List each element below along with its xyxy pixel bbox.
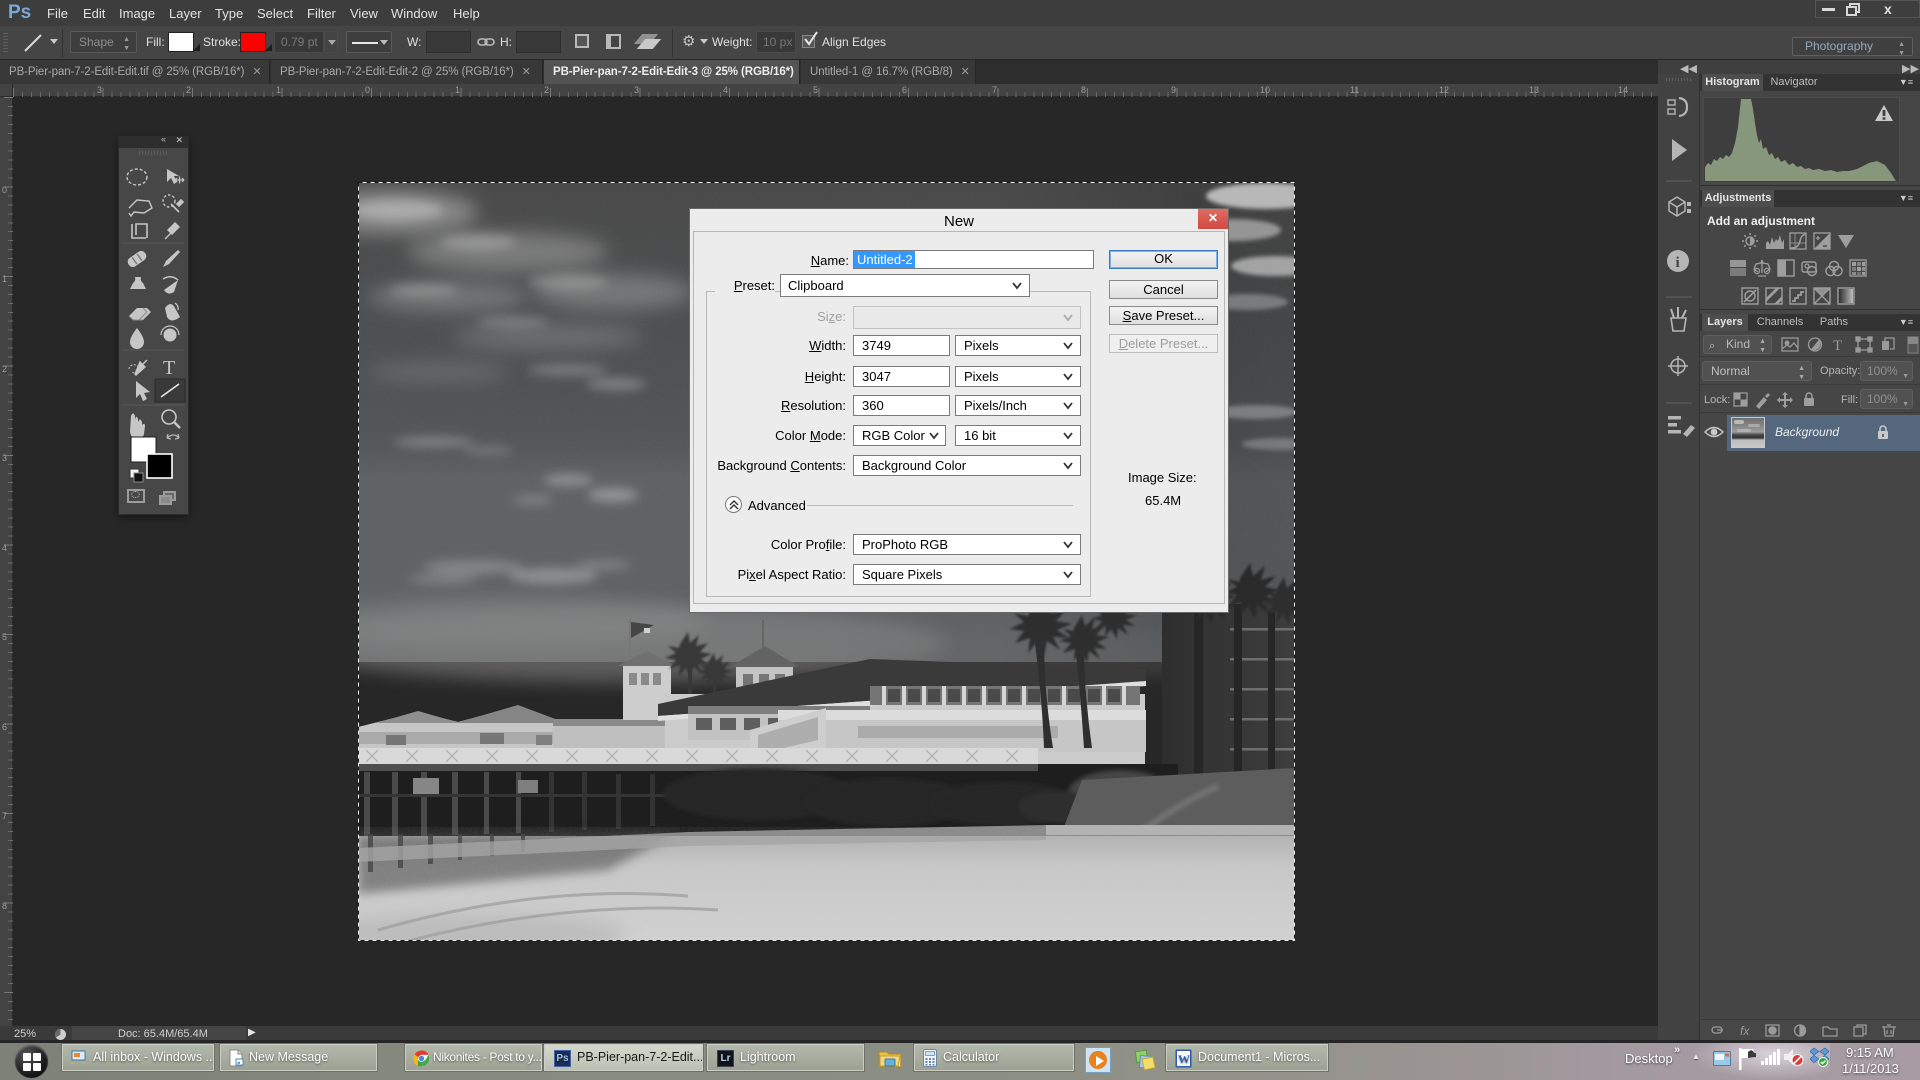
svg-text:W: W bbox=[1178, 1052, 1190, 1066]
svg-text:T: T bbox=[163, 357, 175, 379]
svg-text:i: i bbox=[1676, 255, 1680, 271]
svg-text:fx: fx bbox=[1740, 1024, 1750, 1038]
svg-text:T: T bbox=[1833, 338, 1842, 354]
